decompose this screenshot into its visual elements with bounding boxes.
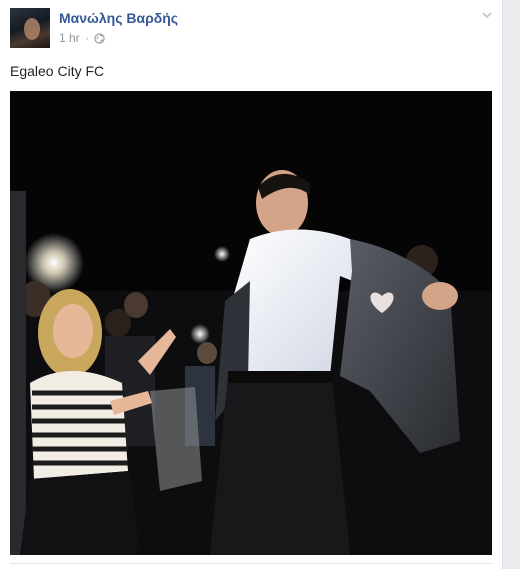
post-author[interactable]: Μανώλης Βαρδής [59, 10, 178, 26]
post-text: Egaleo City FC [10, 63, 105, 79]
avatar[interactable] [10, 8, 50, 48]
post-divider [10, 563, 492, 564]
feed-post: Μανώλης Βαρδής 1 hr · Egaleo City FC [0, 0, 503, 569]
post-meta: 1 hr · [59, 31, 106, 47]
chevron-down-icon[interactable] [480, 8, 494, 22]
meta-separator: · [85, 31, 90, 45]
post-photo[interactable] [10, 91, 492, 555]
post-timestamp[interactable]: 1 hr [59, 31, 80, 45]
globe-icon[interactable] [94, 33, 106, 47]
photo-illustration [10, 91, 492, 555]
page-gutter [504, 0, 520, 569]
